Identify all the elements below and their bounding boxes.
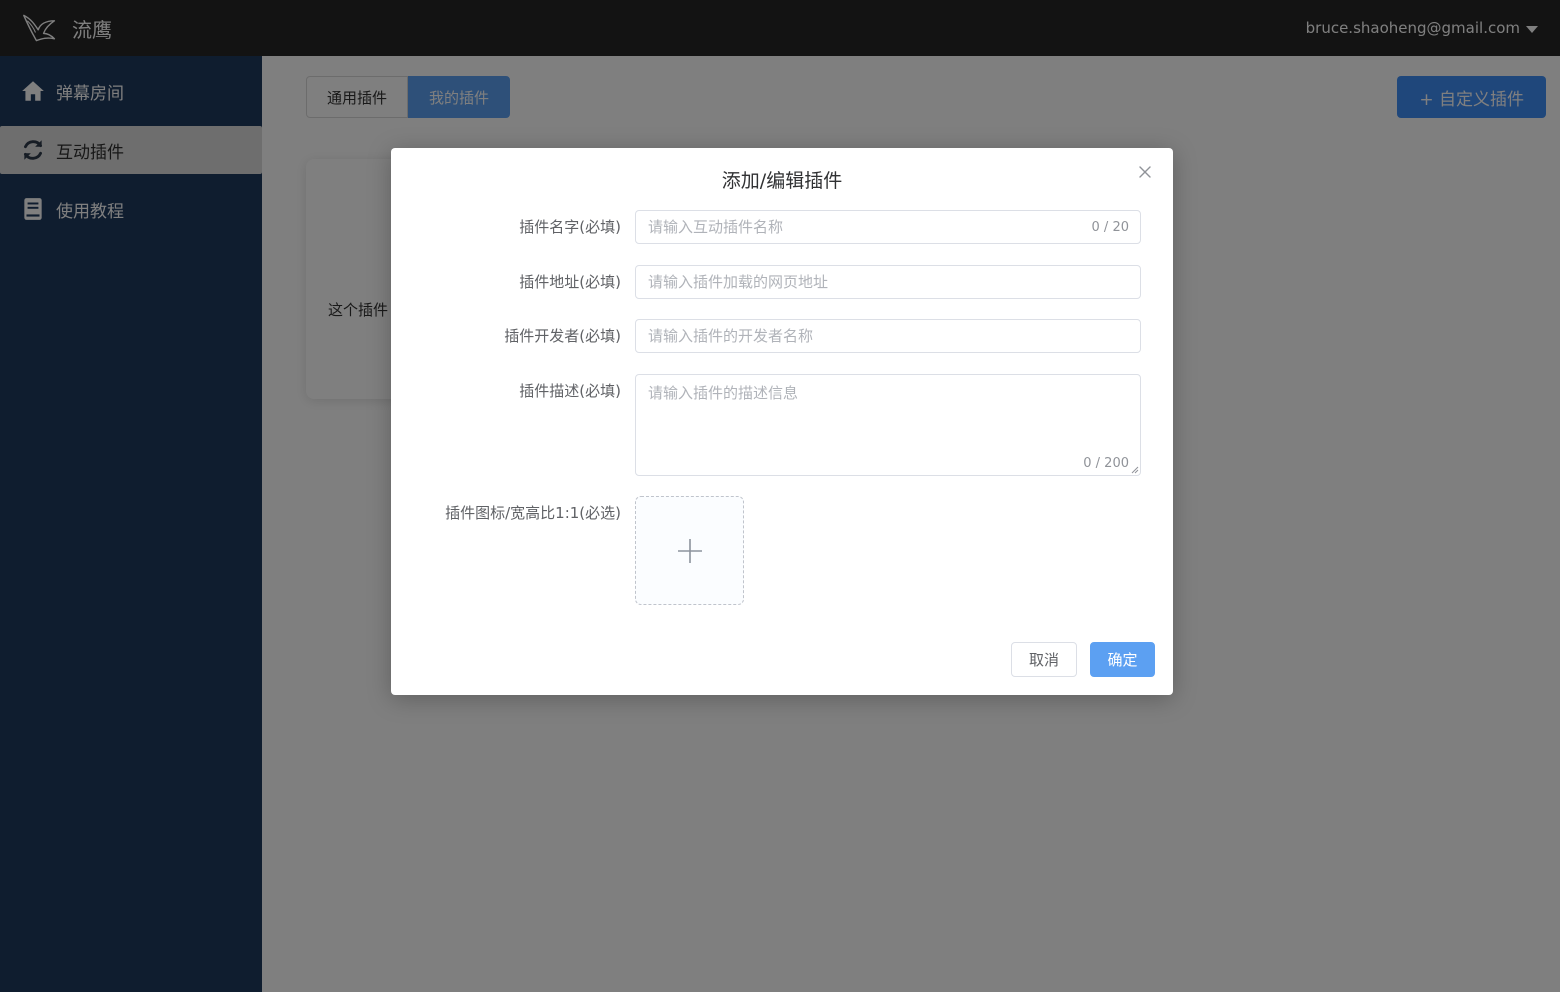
confirm-button[interactable]: 确定 (1090, 642, 1155, 677)
plugin-icon-label: 插件图标/宽高比1:1(必选) (445, 504, 621, 522)
plugin-name-field-wrap: 0 / 20 (635, 210, 1141, 244)
plugin-url-input[interactable] (636, 266, 1140, 298)
plugin-developer-field-wrap (635, 319, 1141, 353)
cancel-button[interactable]: 取消 (1011, 642, 1077, 677)
plugin-description-textarea[interactable] (636, 375, 1140, 475)
plugin-url-label: 插件地址(必填) (519, 273, 621, 291)
form-row-url: 插件地址(必填) (391, 265, 1141, 299)
dialog-title: 添加/编辑插件 (721, 170, 843, 192)
plugin-url-field-wrap (635, 265, 1141, 299)
form-row-description: 插件描述(必填) 0 / 200 (391, 374, 1141, 476)
form-row-icon: 插件图标/宽高比1:1(必选) (391, 496, 744, 605)
plugin-description-counter: 0 / 200 (1083, 456, 1129, 471)
plugin-name-input[interactable] (636, 211, 1140, 243)
close-icon[interactable] (1137, 164, 1153, 180)
plugin-developer-input[interactable] (636, 320, 1140, 352)
plugin-developer-label: 插件开发者(必填) (504, 327, 621, 345)
form-row-developer: 插件开发者(必填) (391, 319, 1141, 353)
icon-upload-box[interactable] (635, 496, 744, 605)
plugin-name-counter: 0 / 20 (1091, 220, 1129, 235)
form-row-name: 插件名字(必填) 0 / 20 (391, 210, 1141, 244)
resize-grip-icon[interactable] (1131, 466, 1139, 474)
plugin-description-field-wrap: 0 / 200 (635, 374, 1141, 476)
plugin-description-label: 插件描述(必填) (519, 382, 621, 400)
plus-icon (677, 538, 702, 563)
plugin-edit-dialog: 添加/编辑插件 插件名字(必填) 0 / 20 插件地址(必填) 插件开发者(必… (391, 148, 1173, 695)
plugin-name-label: 插件名字(必填) (519, 218, 621, 236)
